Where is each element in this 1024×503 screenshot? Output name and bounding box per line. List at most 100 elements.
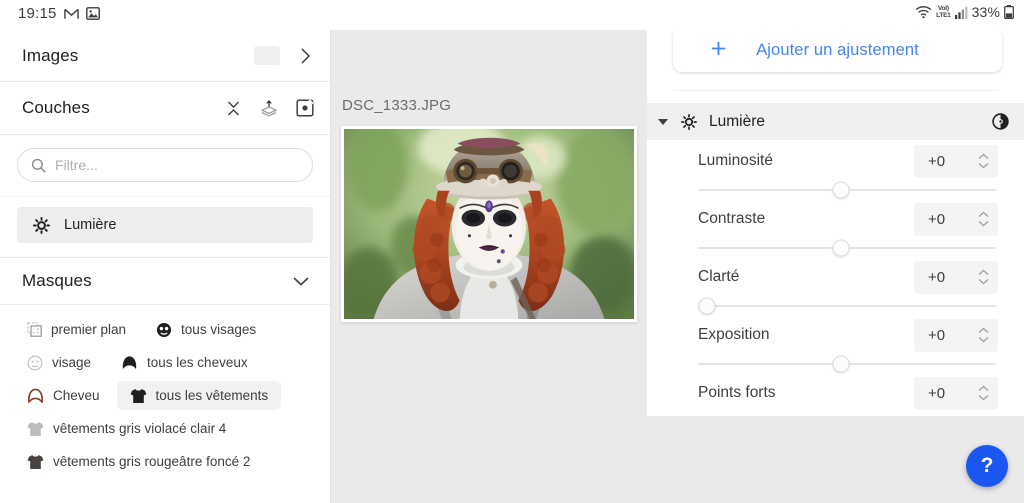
hair-filled-icon (121, 355, 138, 370)
stepper-arrows[interactable] (978, 211, 989, 227)
slider-value: +0 (928, 210, 946, 228)
wifi-icon (915, 5, 932, 19)
slider-thumb[interactable] (698, 297, 716, 315)
slider-row-header: Luminosité +0 (647, 140, 1010, 182)
status-bar-right: VoI) LTE1 33% (915, 4, 1014, 20)
slider-track-wrap[interactable] (647, 355, 1010, 373)
layer-label: Lumière (64, 217, 117, 233)
add-adjustment-label: Ajouter un ajustement (756, 40, 919, 59)
photo-preview[interactable] (344, 129, 634, 319)
face-outline-icon (27, 355, 43, 371)
shirt-filled-icon (130, 388, 147, 404)
slider-track[interactable] (698, 355, 996, 373)
chevron-down-icon (978, 163, 989, 169)
images-title: Images (22, 45, 79, 65)
slider-track-wrap[interactable] (647, 181, 1010, 199)
status-bar-left: 19:15 (18, 5, 100, 22)
slider-contraste: Contraste +0 (647, 198, 1010, 257)
add-layer-icon[interactable] (294, 97, 316, 119)
slider-row-header: Exposition +0 (647, 314, 1010, 356)
photo-image (344, 129, 634, 319)
filter-box[interactable] (17, 148, 313, 182)
slider-value: +0 (928, 268, 946, 286)
mask-chip-visage[interactable]: visage (14, 348, 104, 377)
mask-chip-row: visage tous les cheveux (14, 348, 316, 377)
slider-thumb[interactable] (832, 239, 850, 257)
help-icon: ? (980, 454, 994, 477)
section-title: Lumière (709, 112, 765, 130)
move-layer-icon[interactable] (258, 97, 280, 119)
slider-row-header: Contraste +0 (647, 198, 1010, 240)
couches-actions (222, 97, 316, 119)
foreground-icon (27, 322, 42, 337)
mask-chip-row: vêtements gris violacé clair 4 (14, 414, 316, 443)
app-root: 19:15 VoI) LTE1 33% DSC_1333.JPG Ajouter… (0, 0, 1024, 503)
layer-row-lumiere[interactable]: Lumière (17, 207, 313, 243)
mask-chip-premier-plan[interactable]: premier plan (14, 315, 139, 344)
couches-header: Couches (0, 82, 330, 135)
photo-frame[interactable] (341, 126, 637, 322)
plus-icon (711, 41, 726, 59)
collapse-vertical-icon[interactable] (222, 97, 244, 119)
filter-wrap (0, 135, 330, 196)
add-image-icon[interactable] (254, 46, 280, 65)
volte-bottom-label: LTE1 (936, 12, 951, 19)
caret-down-icon[interactable] (658, 118, 668, 125)
mask-chip-vetements-gris-violace[interactable]: vêtements gris violacé clair 4 (14, 414, 239, 443)
mask-chip-vetements-gris-rougeatre[interactable]: vêtements gris rougeâtre foncé 2 (14, 447, 263, 476)
slider-track[interactable] (698, 239, 996, 257)
slider-value: +0 (928, 326, 946, 344)
mask-chip-row: Cheveu tous les vêtements (14, 381, 316, 410)
masques-header[interactable]: Masques (0, 257, 330, 305)
mask-chip-tous-vetements[interactable]: tous les vêtements (116, 381, 282, 410)
battery-percent: 33% (971, 4, 1000, 20)
search-icon (31, 158, 46, 173)
stepper-arrows[interactable] (978, 385, 989, 401)
images-header: Images (0, 30, 330, 82)
masques-actions (290, 270, 312, 292)
stepper-arrows[interactable] (978, 153, 989, 169)
images-actions (254, 45, 316, 67)
chevron-right-icon[interactable] (294, 45, 316, 67)
filter-input[interactable] (55, 157, 299, 173)
slider-stepper[interactable]: +0 (914, 318, 998, 352)
section-lumiere-header[interactable]: Lumière (647, 103, 1024, 140)
slider-label: Contraste (698, 210, 766, 227)
chevron-down-icon[interactable] (290, 270, 312, 292)
shirt-icon (27, 421, 44, 437)
help-button[interactable]: ? (966, 445, 1008, 487)
slider-thumb[interactable] (832, 355, 850, 373)
chevron-up-icon (978, 269, 989, 275)
slider-track[interactable] (698, 181, 996, 199)
slider-stepper[interactable]: +0 (914, 376, 998, 410)
battery-icon (1004, 5, 1014, 19)
add-adjustment-button[interactable]: Ajouter un ajustement (673, 28, 1002, 72)
masks-chip-list: premier plan tous visages visage tous le… (0, 305, 330, 476)
slider-track-wrap[interactable] (647, 239, 1010, 257)
face-filled-icon (156, 322, 172, 338)
reset-contrast-icon[interactable] (991, 112, 1010, 131)
signal-icon (954, 6, 968, 19)
mask-chip-cheveu[interactable]: Cheveu (14, 381, 113, 410)
stepper-arrows[interactable] (978, 327, 989, 343)
mask-chip-label: vêtements gris rougeâtre foncé 2 (53, 453, 251, 469)
slider-stepper[interactable]: +0 (914, 144, 998, 178)
mask-chip-tous-cheveux[interactable]: tous les cheveux (108, 348, 261, 377)
chevron-up-icon (978, 385, 989, 391)
slider-track-wrap[interactable] (647, 297, 1010, 315)
slider-stepper[interactable]: +0 (914, 202, 998, 236)
chevron-up-icon (978, 211, 989, 217)
gmail-icon (63, 8, 79, 20)
volte-indicator: VoI) LTE1 (936, 5, 951, 19)
slider-stepper[interactable]: +0 (914, 260, 998, 294)
canvas-area: DSC_1333.JPG (331, 30, 647, 503)
slider-row-header: Points forts +0 (647, 372, 1010, 414)
sun-icon (681, 113, 697, 130)
slider-thumb[interactable] (832, 181, 850, 199)
chevron-down-icon (978, 221, 989, 227)
add-adjustment-wrap: Ajouter un ajustement (647, 24, 1024, 72)
stepper-arrows[interactable] (978, 269, 989, 285)
slider-track[interactable] (698, 297, 996, 315)
mask-chip-tous-visages[interactable]: tous visages (143, 315, 269, 344)
mask-chip-row: premier plan tous visages (14, 315, 316, 344)
